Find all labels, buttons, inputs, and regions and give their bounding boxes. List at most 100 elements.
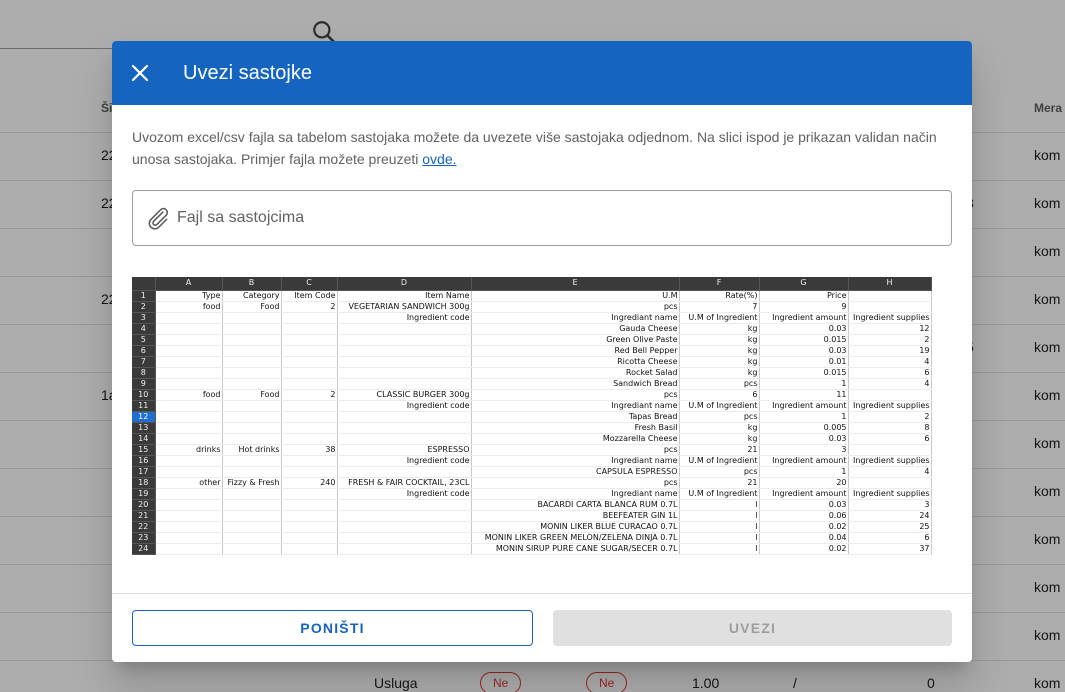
sheet-row: 9 Sandwich Bread pcs 1 4 bbox=[132, 378, 932, 390]
sheet-cell bbox=[337, 466, 472, 478]
sheet-row-number: 13 bbox=[132, 422, 156, 434]
sheet-row: 18 other Fizzy & Fresh 240 FRESH & FAIR COCK… bbox=[132, 477, 932, 489]
sheet-row: 24 MONIN SIRUP PURE CANE SUGAR/SECER 0.7L… bbox=[132, 543, 932, 555]
sheet-cell bbox=[222, 422, 282, 434]
dialog-footer: PONIŠTI UVEZI bbox=[112, 593, 972, 662]
sheet-cell: FRESH & FAIR COCKTAIL, 23CL bbox=[337, 477, 472, 489]
sheet-cell bbox=[155, 521, 223, 533]
sheet-cell bbox=[281, 499, 338, 511]
sheet-cell: 3 bbox=[848, 499, 932, 511]
sheet-cell: 12 bbox=[848, 323, 932, 335]
sheet-cell: U.M of Ingredient bbox=[679, 312, 760, 324]
sheet-row: 19 Ingredient code Ingrediant name U.M of I… bbox=[132, 488, 932, 500]
sheet-cell: 0.02 bbox=[759, 521, 849, 533]
dialog-title: Uvezi sastojke bbox=[183, 61, 312, 84]
sheet-row-number: 10 bbox=[132, 389, 156, 401]
sheet-cell bbox=[155, 532, 223, 544]
sheet-cell: U.M bbox=[471, 290, 680, 302]
sheet-column-header: B bbox=[222, 277, 282, 291]
sheet-row-number: 20 bbox=[132, 499, 156, 511]
sheet-cell: 4 bbox=[848, 466, 932, 478]
sheet-cell: 19 bbox=[848, 345, 932, 357]
sheet-cell bbox=[337, 521, 472, 533]
sheet-cell: 1 bbox=[759, 466, 849, 478]
sheet-cell: pcs bbox=[471, 389, 680, 401]
sheet-cell bbox=[155, 411, 223, 423]
sheet-cell bbox=[155, 499, 223, 511]
sheet-cell bbox=[337, 345, 472, 357]
sheet-cell bbox=[222, 334, 282, 346]
sheet-cell bbox=[155, 312, 223, 324]
sheet-cell: pcs bbox=[471, 477, 680, 489]
sheet-cell: 7 bbox=[679, 301, 760, 313]
sheet-cell: 0.04 bbox=[759, 532, 849, 544]
sheet-cell bbox=[337, 532, 472, 544]
example-spreadsheet-image: ABCDEFGH 1 Type Category Item Code Item Name… bbox=[132, 277, 932, 559]
sheet-cell bbox=[222, 466, 282, 478]
sheet-row: 13 Fresh Basil kg 0.005 8 bbox=[132, 422, 932, 434]
sheet-cell: MONIN LIKER BLUE CURACAO 0.7L bbox=[471, 521, 680, 533]
dialog-body: Uvozom excel/csv fajla sa tabelom sastoj… bbox=[112, 105, 972, 559]
sheet-cell bbox=[155, 488, 223, 500]
sheet-cell bbox=[222, 499, 282, 511]
import-button[interactable]: UVEZI bbox=[553, 610, 952, 646]
sheet-row: 8 Rocket Salad kg 0.015 6 bbox=[132, 367, 932, 379]
sheet-row-number: 2 bbox=[132, 301, 156, 313]
sheet-cell: 4 bbox=[848, 356, 932, 368]
sheet-row-number: 19 bbox=[132, 488, 156, 500]
sheet-cell bbox=[337, 422, 472, 434]
sheet-cell: l bbox=[679, 521, 760, 533]
sheet-cell bbox=[222, 400, 282, 412]
sheet-column-header: F bbox=[679, 277, 760, 291]
sheet-cell: Ingrediant name bbox=[471, 312, 680, 324]
sheet-row-number: 7 bbox=[132, 356, 156, 368]
sheet-row-number: 3 bbox=[132, 312, 156, 324]
sheet-cell: 11 bbox=[759, 389, 849, 401]
sheet-cell bbox=[281, 367, 338, 379]
file-upload-label: Fajl sa sastojcima bbox=[177, 209, 305, 226]
sheet-cell: 8 bbox=[848, 422, 932, 434]
sheet-cell: Food bbox=[222, 301, 282, 313]
sheet-row-number: 24 bbox=[132, 543, 156, 555]
sheet-cell: 0.03 bbox=[759, 433, 849, 445]
sheet-cell bbox=[281, 334, 338, 346]
sheet-cell: Type bbox=[155, 290, 223, 302]
sheet-row: 22 MONIN LIKER BLUE CURACAO 0.7L l 0.02 25 bbox=[132, 521, 932, 533]
sheet-cell: kg bbox=[679, 422, 760, 434]
sheet-row: 11 Ingredient code Ingrediant name U.M of I… bbox=[132, 400, 932, 412]
sheet-cell: 0.015 bbox=[759, 367, 849, 379]
sheet-row-number: 9 bbox=[132, 378, 156, 390]
file-upload-field[interactable]: Fajl sa sastojcima bbox=[132, 190, 952, 246]
sheet-cell bbox=[222, 488, 282, 500]
cancel-button[interactable]: PONIŠTI bbox=[132, 610, 533, 646]
sheet-cell: l bbox=[679, 532, 760, 544]
sheet-column-header: G bbox=[759, 277, 849, 291]
sheet-cell: food bbox=[155, 389, 223, 401]
sheet-cell bbox=[337, 499, 472, 511]
sheet-cell: 2 bbox=[281, 389, 338, 401]
sheet-cell: l bbox=[679, 499, 760, 511]
sheet-row-number: 16 bbox=[132, 455, 156, 467]
sheet-cell bbox=[281, 455, 338, 467]
sheet-cell bbox=[848, 290, 932, 302]
sheet-cell: Green Olive Paste bbox=[471, 334, 680, 346]
sheet-cell: Rocket Salad bbox=[471, 367, 680, 379]
sheet-cell: Ingredient amount bbox=[759, 488, 849, 500]
sheet-cell: Fresh Basil bbox=[471, 422, 680, 434]
sheet-cell: 38 bbox=[281, 444, 338, 456]
close-button[interactable] bbox=[112, 41, 168, 105]
download-example-link[interactable]: ovde. bbox=[422, 151, 456, 167]
sheet-cell bbox=[155, 510, 223, 522]
sheet-cell bbox=[222, 411, 282, 423]
sheet-cell: other bbox=[155, 477, 223, 489]
sheet-cell: 3 bbox=[759, 444, 849, 456]
sheet-cell bbox=[281, 510, 338, 522]
sheet-cell: kg bbox=[679, 323, 760, 335]
sheet-cell bbox=[222, 532, 282, 544]
sheet-cell: 0.03 bbox=[759, 323, 849, 335]
sheet-cell bbox=[281, 312, 338, 324]
sheet-column-header: H bbox=[848, 277, 932, 291]
sheet-cell bbox=[337, 323, 472, 335]
sheet-cell: BEEFEATER GIN 1L bbox=[471, 510, 680, 522]
sheet-cell bbox=[281, 433, 338, 445]
